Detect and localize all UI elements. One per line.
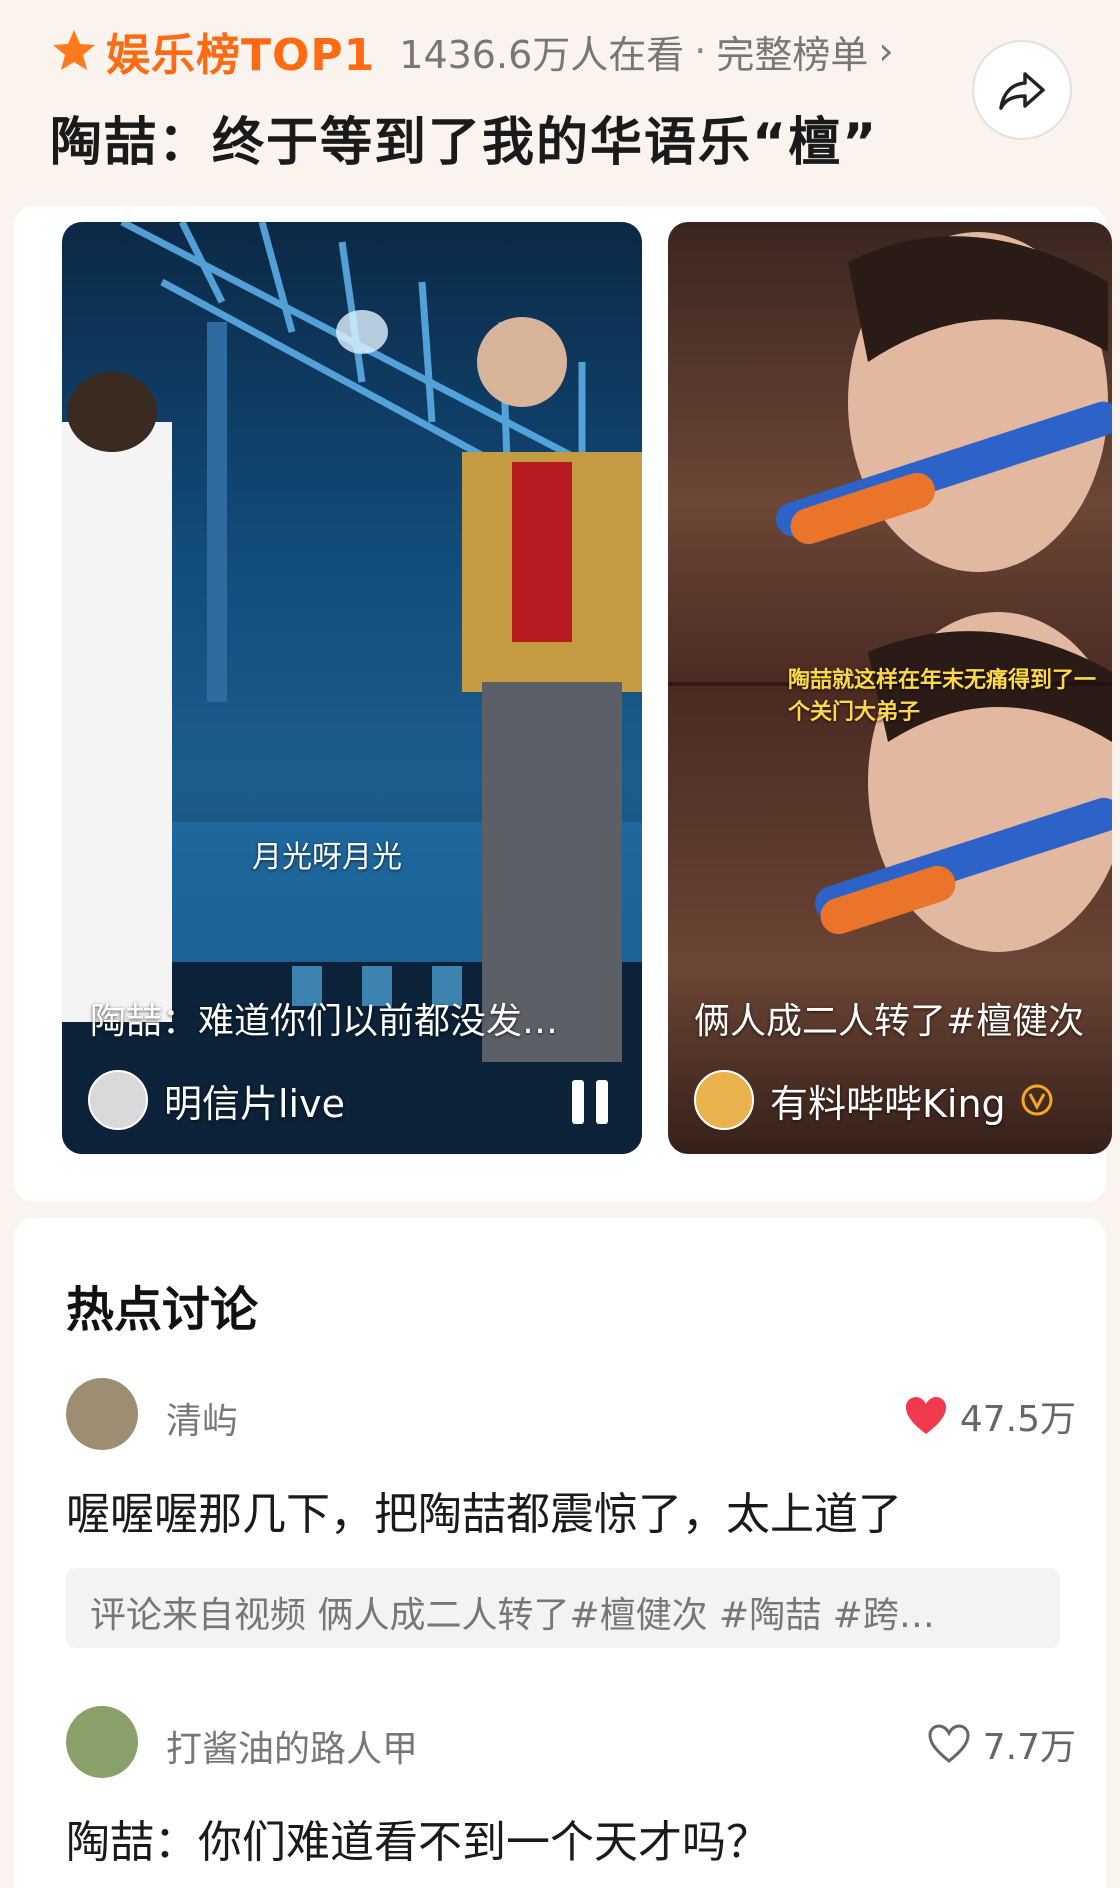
video-author[interactable]: 明信片live xyxy=(88,1070,345,1130)
comment-user[interactable]: 清屿 xyxy=(166,1392,238,1444)
video-card-1[interactable]: 月光呀月光 陶喆：难道你们以前都没发… 明信片live xyxy=(62,222,642,1154)
avatar xyxy=(694,1070,754,1130)
like-count: 47.5万 xyxy=(959,1399,1076,1440)
author-name: 有料哔哔King xyxy=(770,1081,1006,1126)
author-name: 明信片live xyxy=(164,1081,345,1126)
like-button[interactable]: 47.5万 xyxy=(904,1390,1076,1442)
comment-item[interactable]: 清屿 47.5万 喔喔喔那几下，把陶喆都震惊了，太上道了 评论来自视频 俩人成二… xyxy=(66,1378,1076,1658)
pause-icon[interactable] xyxy=(572,1080,612,1124)
video-caption: 俩人成二人转了#檀健次 xyxy=(694,1001,1085,1042)
chevron-right-icon: › xyxy=(878,29,894,73)
video-card-2[interactable]: 陶喆就这样在年末无痛得到了一个关门大弟子 俩人成二人转了#檀健次 有料哔哔Kin… xyxy=(668,222,1112,1154)
full-list-link[interactable]: 完整榜单 xyxy=(716,24,868,79)
comment-text: 喔喔喔那几下，把陶喆都震惊了，太上道了 xyxy=(66,1489,902,1540)
rank-label: 娱乐榜TOP1 xyxy=(106,30,376,81)
share-icon xyxy=(999,72,1045,110)
page-title: 陶喆：终于等到了我的华语乐“檀” xyxy=(50,113,879,173)
comment-source-text: 评论来自视频 俩人成二人转了#檀健次 #陶喆 #跨… xyxy=(90,1595,935,1636)
separator-dot: · xyxy=(694,29,707,73)
comment-source[interactable]: 评论来自视频 俩人成二人转了#檀健次 #陶喆 #跨… xyxy=(66,1568,1060,1648)
comment-text: 陶喆：你们难道看不到一个天才吗？ xyxy=(66,1817,770,1868)
viewer-count: 1436.6万人在看 xyxy=(399,32,685,77)
video-author[interactable]: 有料哔哔King xyxy=(694,1070,1054,1130)
avatar[interactable] xyxy=(66,1378,138,1450)
lyric-subtitle: 月光呀月光 xyxy=(252,840,402,875)
video-carousel: 月光呀月光 陶喆：难道你们以前都没发… 明信片live 陶喆就这样在年末无痛得到… xyxy=(14,206,1112,1202)
rank-row[interactable]: 娱乐榜TOP1 1436.6万人在看 · 完整榜单 › xyxy=(50,24,894,81)
heart-filled-icon xyxy=(905,1397,946,1434)
star-icon xyxy=(53,30,95,70)
avatar xyxy=(88,1070,148,1130)
share-button[interactable] xyxy=(972,40,1072,140)
comment-item[interactable]: 打酱油的路人甲 7.7万 陶喆：你们难道看不到一个天才吗？ xyxy=(66,1706,1076,1886)
hot-discussion: 热点讨论 清屿 47.5万 喔喔喔那几下，把陶喆都震惊了，太上道了 评论来自视频… xyxy=(14,1218,1106,1888)
header: 娱乐榜TOP1 1436.6万人在看 · 完整榜单 › 陶喆：终于等到了我的华语… xyxy=(0,0,1120,200)
heart-outline-icon xyxy=(928,1724,970,1763)
like-button[interactable]: 7.7万 xyxy=(927,1718,1076,1770)
video-overlay-text: 陶喆就这样在年末无痛得到了一个关门大弟子 xyxy=(788,668,1097,725)
like-count: 7.7万 xyxy=(982,1727,1076,1768)
video-caption: 陶喆：难道你们以前都没发… xyxy=(90,1001,559,1042)
avatar[interactable] xyxy=(66,1706,138,1778)
verified-icon xyxy=(1021,1084,1053,1116)
section-title: 热点讨论 xyxy=(66,1282,259,1338)
comment-user[interactable]: 打酱油的路人甲 xyxy=(166,1720,418,1772)
